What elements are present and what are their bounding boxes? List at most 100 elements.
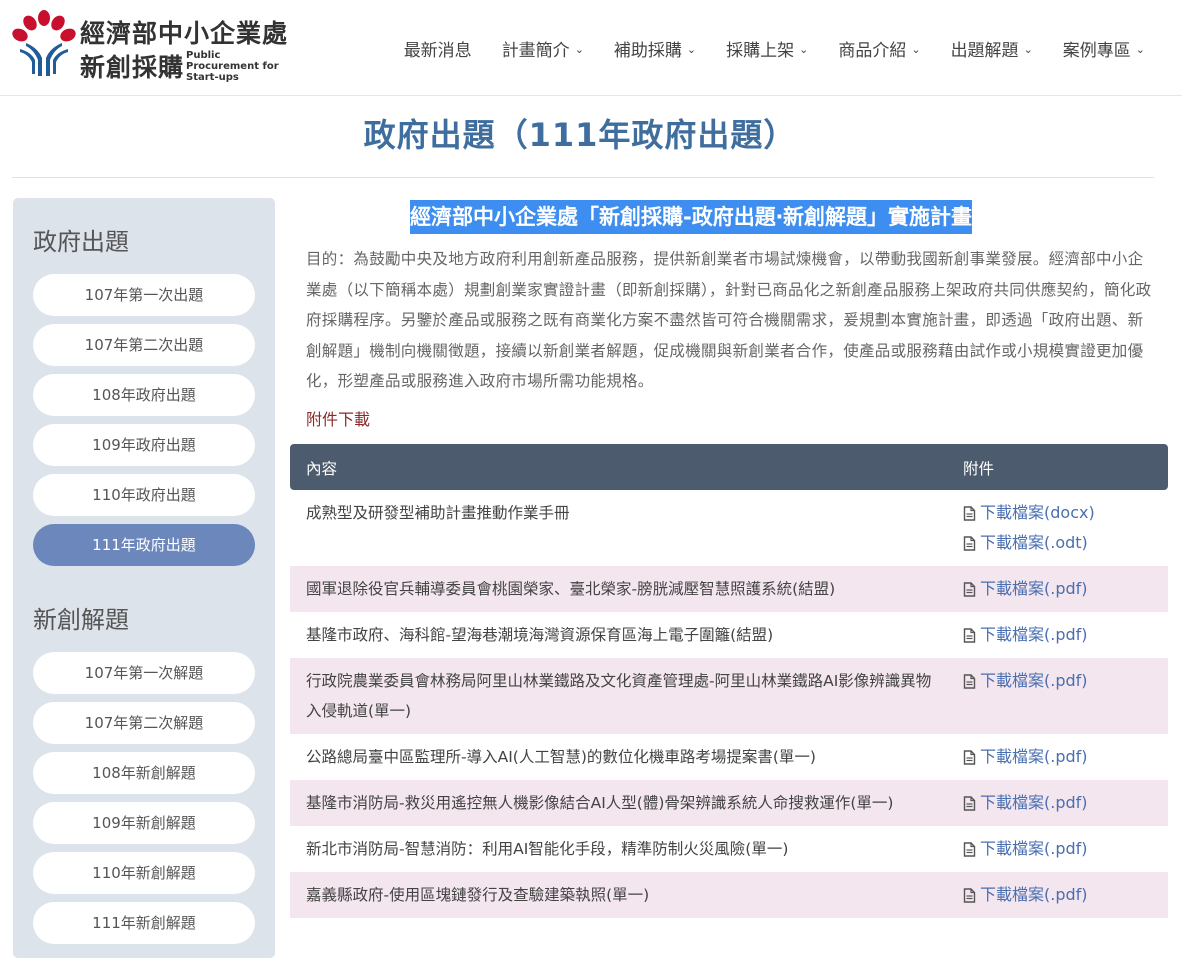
row-files: 下載檔案(docx) 下載檔案(.odt)	[963, 498, 1095, 558]
nav-item-label: 最新消息	[403, 41, 472, 61]
sidebar-item-110-challenge[interactable]: 110年政府出題	[33, 474, 255, 516]
download-file-link[interactable]: 下載檔案(.pdf)	[963, 834, 1088, 864]
row-content-text: 新北市消防局-智慧消防：利用AI智能化手段，精準防制火災風險(單一)	[306, 840, 789, 858]
logo-text-english: Public Procurement for Start-ups	[186, 50, 279, 83]
table-row: 新北市消防局-智慧消防：利用AI智能化手段，精準防制火災風險(單一) 下載檔案(.…	[290, 826, 1168, 872]
download-file-label: 下載檔案(.pdf)	[980, 793, 1088, 812]
file-text-icon	[963, 505, 976, 521]
download-file-label: 下載檔案(.pdf)	[980, 885, 1088, 904]
sidebar-item-109-solution[interactable]: 109年新創解題	[33, 802, 255, 844]
table-row: 嘉義縣政府-使用區塊鏈發行及查驗建築執照(單一) 下載檔案(.pdf)	[290, 872, 1168, 918]
nav-item-challenges[interactable]: 出題解題 ⌄	[936, 36, 1048, 61]
sidebar-item-107-1st-solution[interactable]: 107年第一次解題	[33, 652, 255, 694]
sidebar: 政府出題 107年第一次出題 107年第二次出題 108年政府出題 109年政府…	[13, 198, 275, 958]
file-text-icon	[963, 581, 976, 597]
download-file-link[interactable]: 下載檔案(.pdf)	[963, 880, 1088, 910]
row-files: 下載檔案(.pdf)	[963, 666, 1088, 696]
row-files: 下載檔案(.pdf)	[963, 574, 1088, 604]
table-row: 成熟型及研發型補助計畫推動作業手冊 下載檔案(docx) 下載檔案(.odt)	[290, 490, 1168, 566]
sidebar-item-110-solution[interactable]: 110年新創解題	[33, 852, 255, 894]
sidebar-item-108-solution[interactable]: 108年新創解題	[33, 752, 255, 794]
row-content-text: 成熟型及研發型補助計畫推動作業手冊	[306, 504, 570, 522]
site-logo[interactable]: 經濟部中小企業處 新創採購 Public Procurement for Sta…	[12, 10, 292, 83]
download-file-label: 下載檔案(.pdf)	[980, 579, 1088, 598]
nav-item-news[interactable]: 最新消息	[389, 36, 487, 61]
download-file-label: 下載檔案(.pdf)	[980, 671, 1088, 690]
attachments-download-link[interactable]: 附件下載	[306, 406, 370, 430]
file-text-icon	[963, 749, 976, 765]
table-row: 基隆市政府、海科館-望海巷潮境海灣資源保育區海上電子圍籬(結盟) 下載檔案(.pd…	[290, 612, 1168, 658]
chevron-down-icon: ⌄	[686, 43, 697, 56]
main-nav: 最新消息 計畫簡介 ⌄ 補助採購 ⌄ 採購上架 ⌄ 商品介紹 ⌄ 出題解題 ⌄ 案例專區 ⌄	[389, 36, 1160, 61]
sidebar-heading-gov-challenges: 政府出題	[33, 228, 129, 256]
row-content-text: 嘉義縣政府-使用區塊鏈發行及查驗建築執照(單一)	[306, 886, 650, 904]
download-file-label: 下載檔案(docx)	[980, 503, 1095, 522]
logo-text-program: 新創採購	[80, 53, 185, 82]
download-file-link[interactable]: 下載檔案(.pdf)	[963, 742, 1088, 772]
nav-item-label: 補助採購	[613, 41, 682, 61]
logo-icon	[12, 10, 76, 76]
row-content-text: 基隆市政府、海科館-望海巷潮境海灣資源保育區海上電子圍籬(結盟)	[306, 626, 774, 644]
row-content-text: 行政院農業委員會林務局阿里山林業鐵路及文化資產管理處-阿里山林業鐵路AI影像辨識…	[306, 672, 932, 720]
table-row: 國軍退除役官兵輔導委員會桃園榮家、臺北榮家-膀胱減壓智慧照護系統(結盟) 下載檔案…	[290, 566, 1168, 612]
chevron-down-icon: ⌄	[1023, 43, 1033, 56]
nav-item-label: 商品介紹	[838, 41, 907, 61]
nav-item-label: 案例專區	[1062, 41, 1131, 61]
nav-item-label: 出題解題	[950, 41, 1019, 61]
sidebar-item-108-challenge[interactable]: 108年政府出題	[33, 374, 255, 416]
nav-item-label: 計畫簡介	[501, 41, 570, 61]
attachments-table: 內容 附件 成熟型及研發型補助計畫推動作業手冊 下載檔案(docx) 下載檔案(.o…	[290, 444, 1168, 918]
download-file-label: 下載檔案(.odt)	[980, 533, 1088, 552]
purpose-paragraph: 目的：為鼓勵中央及地方政府利用創新產品服務，提供新創業者市場試煉機會，以帶動我國…	[306, 250, 1152, 390]
table-body: 成熟型及研發型補助計畫推動作業手冊 下載檔案(docx) 下載檔案(.odt) 國軍退…	[290, 490, 1168, 918]
page-title: 政府出題（111年政府出題）	[363, 116, 797, 154]
chevron-down-icon: ⌄	[911, 43, 921, 56]
table-row: 行政院農業委員會林務局阿里山林業鐵路及文化資產管理處-阿里山林業鐵路AI影像辨識…	[290, 658, 1168, 734]
file-text-icon	[963, 535, 976, 551]
file-text-icon	[963, 673, 976, 689]
file-text-icon	[963, 795, 976, 811]
row-files: 下載檔案(.pdf)	[963, 880, 1088, 910]
row-content-text: 基隆市消防局-救災用遙控無人機影像結合AI人型(體)骨架辨識系統人命搜救運作(單…	[306, 794, 894, 812]
sidebar-item-111-solution[interactable]: 111年新創解題	[33, 902, 255, 944]
file-text-icon	[963, 887, 976, 903]
column-header-files: 附件	[963, 460, 995, 478]
nav-item-listing[interactable]: 採購上架 ⌄	[711, 36, 823, 61]
document-title: 經濟部中小企業處「新創採購-政府出題‧新創解題」實施計畫	[410, 200, 973, 234]
table-row: 公路總局臺中區監理所-導入AI(人工智慧)的數位化機車路考場提案書(單一) 下載檔…	[290, 734, 1168, 780]
download-file-link[interactable]: 下載檔案(.pdf)	[963, 666, 1088, 696]
sidebar-heading-startup-solutions: 新創解題	[33, 606, 129, 634]
table-row: 基隆市消防局-救災用遙控無人機影像結合AI人型(體)骨架辨識系統人命搜救運作(單…	[290, 780, 1168, 826]
site-header: 經濟部中小企業處 新創採購 Public Procurement for Sta…	[0, 0, 1182, 96]
chevron-down-icon: ⌄	[574, 43, 584, 56]
nav-item-products[interactable]: 商品介紹 ⌄	[823, 36, 935, 61]
sidebar-item-107-2nd-challenge[interactable]: 107年第二次出題	[33, 324, 255, 366]
row-files: 下載檔案(.pdf)	[963, 788, 1088, 818]
sidebar-item-111-challenge[interactable]: 111年政府出題	[33, 524, 255, 566]
nav-item-label: 採購上架	[726, 41, 795, 61]
file-text-icon	[963, 841, 976, 857]
chevron-down-icon: ⌄	[1135, 43, 1145, 56]
row-files: 下載檔案(.pdf)	[963, 620, 1088, 650]
nav-item-plan-intro[interactable]: 計畫簡介 ⌄	[487, 36, 599, 61]
download-file-link[interactable]: 下載檔案(.odt)	[963, 528, 1095, 558]
nav-item-cases[interactable]: 案例專區 ⌄	[1048, 36, 1160, 61]
download-file-label: 下載檔案(.pdf)	[980, 747, 1088, 766]
row-content-text: 公路總局臺中區監理所-導入AI(人工智慧)的數位化機車路考場提案書(單一)	[306, 748, 816, 766]
download-file-link[interactable]: 下載檔案(.pdf)	[963, 620, 1088, 650]
row-content-text: 國軍退除役官兵輔導委員會桃園榮家、臺北榮家-膀胱減壓智慧照護系統(結盟)	[306, 580, 836, 598]
sidebar-item-109-challenge[interactable]: 109年政府出題	[33, 424, 255, 466]
chevron-down-icon: ⌄	[799, 43, 809, 56]
download-file-link[interactable]: 下載檔案(docx)	[963, 498, 1095, 528]
download-file-link[interactable]: 下載檔案(.pdf)	[963, 788, 1088, 818]
download-file-link[interactable]: 下載檔案(.pdf)	[963, 574, 1088, 604]
sidebar-item-107-1st-challenge[interactable]: 107年第一次出題	[33, 274, 255, 316]
table-header: 內容 附件	[290, 444, 1168, 490]
file-text-icon	[963, 627, 976, 643]
row-files: 下載檔案(.pdf)	[963, 742, 1088, 772]
download-file-label: 下載檔案(.pdf)	[980, 625, 1088, 644]
nav-item-subsidy[interactable]: 補助採購 ⌄	[599, 36, 711, 61]
download-file-label: 下載檔案(.pdf)	[980, 839, 1088, 858]
sidebar-item-107-2nd-solution[interactable]: 107年第二次解題	[33, 702, 255, 744]
title-divider	[12, 177, 1154, 178]
